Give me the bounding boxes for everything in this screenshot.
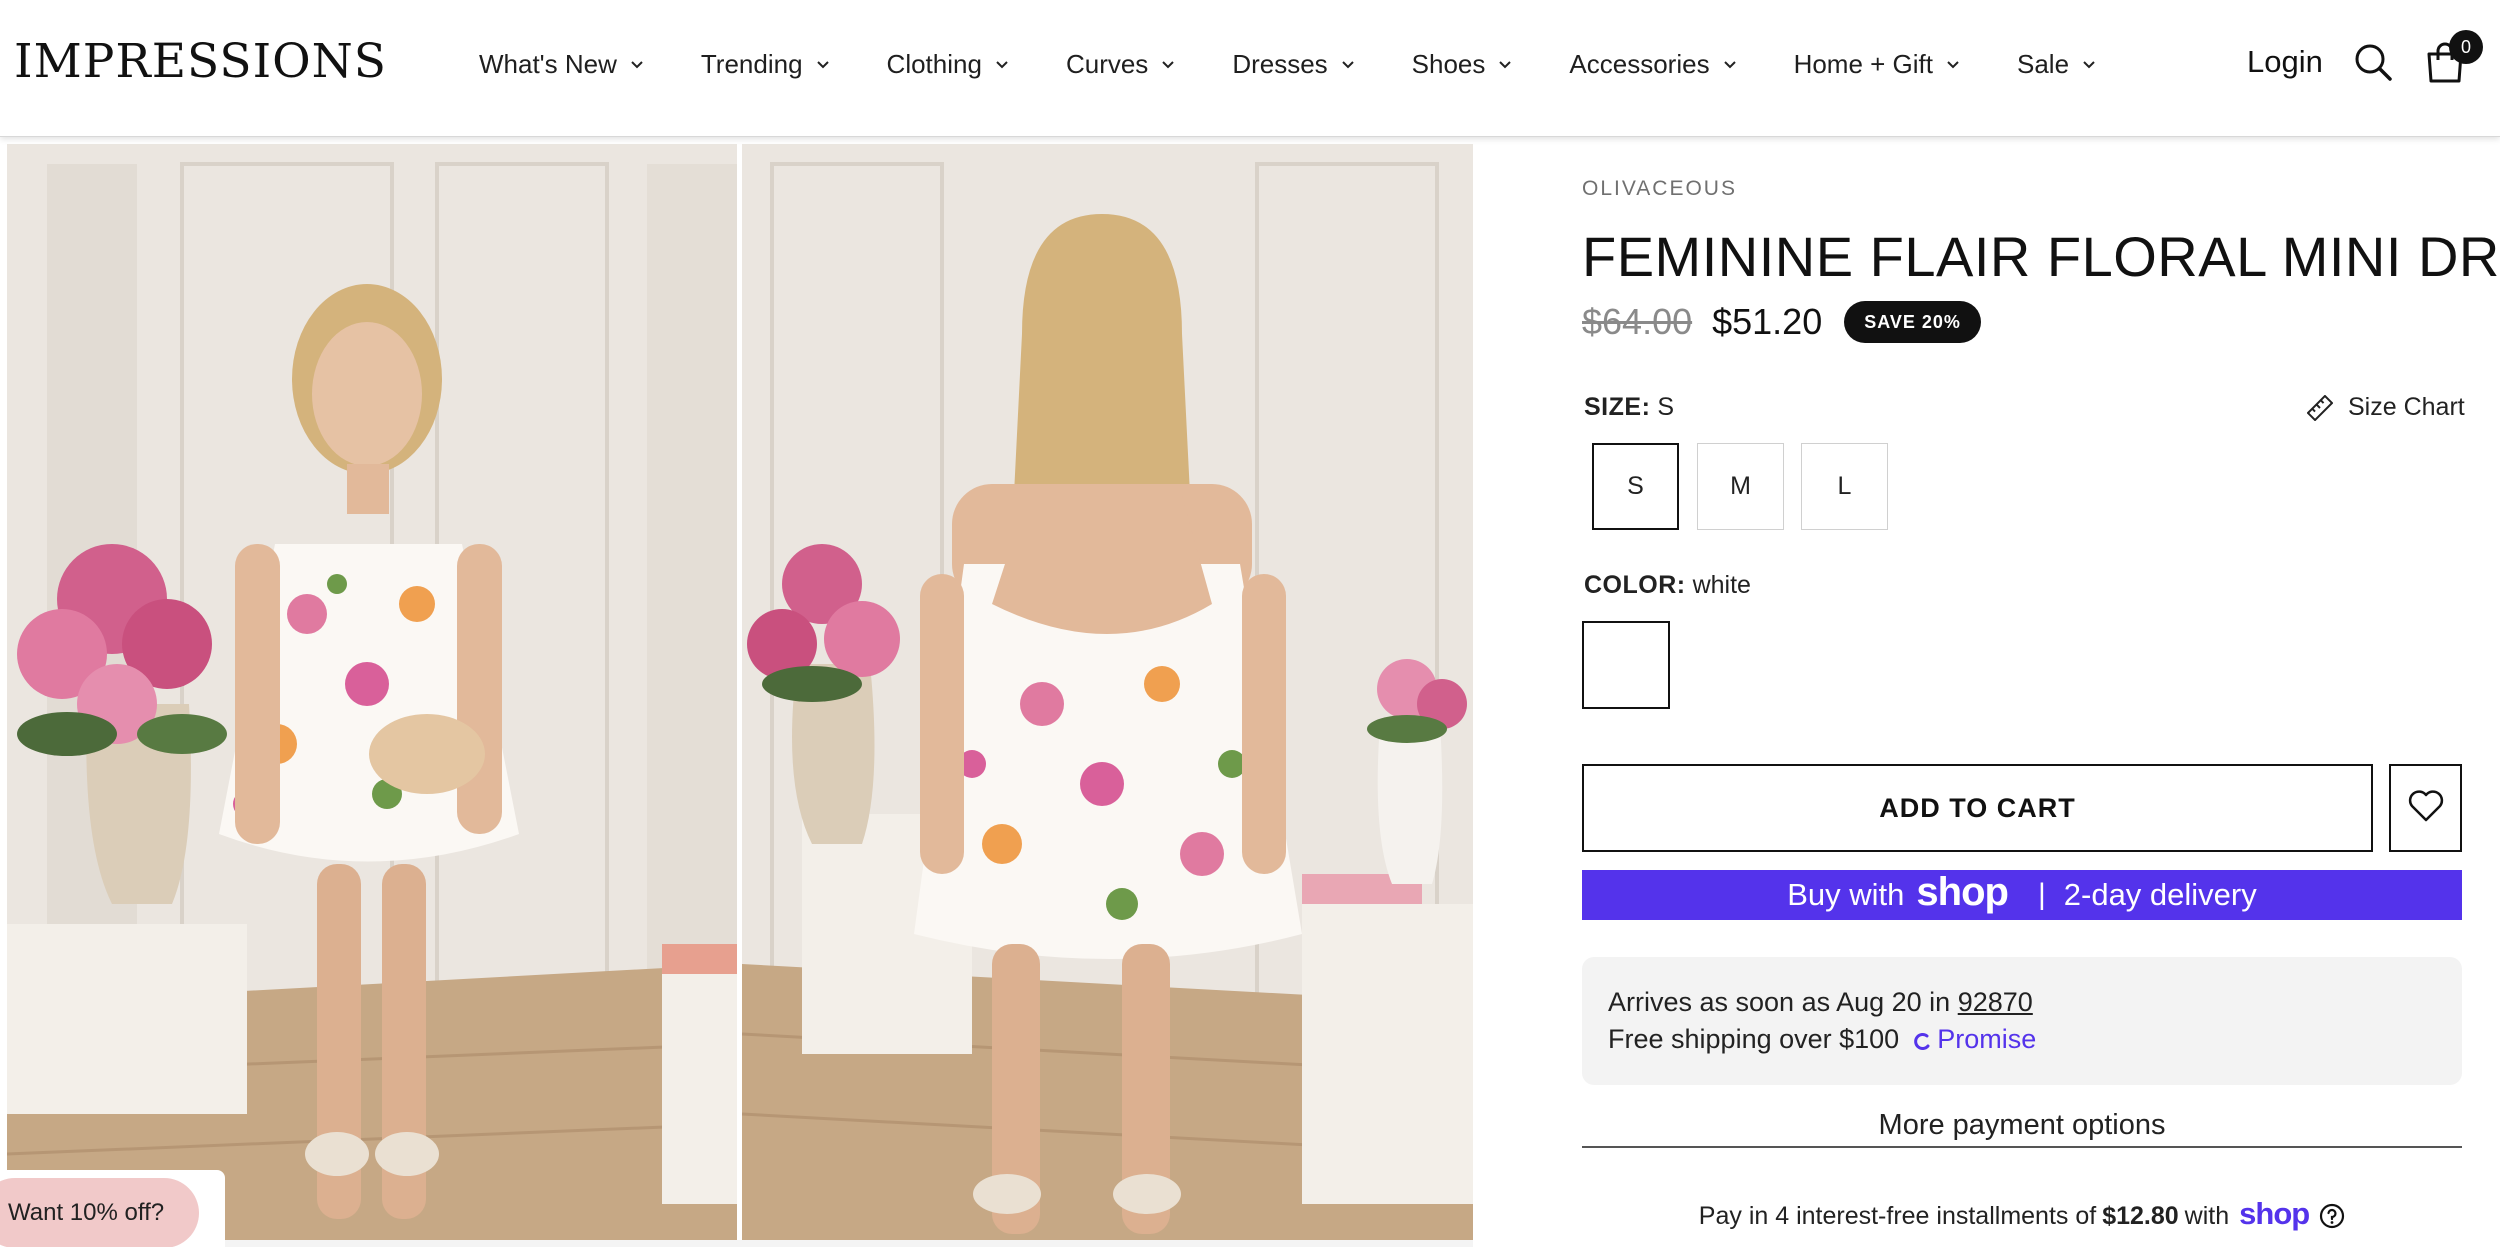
shop-pay-separator: | [2037,878,2046,911]
promise-badge[interactable]: Promise [1913,1024,2036,1055]
divider [1582,1146,2462,1148]
chevron-down-icon [1722,56,1738,72]
nav-item-home-gift[interactable]: Home + Gift [1794,49,1961,80]
size-selected-value: S [1657,393,1675,421]
size-option-l[interactable]: L [1801,443,1888,530]
shop-pay-suffix: 2-day delivery [2063,877,2257,912]
delivery-zip-link[interactable]: 92870 [1958,987,2033,1017]
free-shipping-text: Free shipping over $100 [1608,1024,1900,1054]
color-swatch-white[interactable] [1582,621,1670,709]
shop-logo-small: shop [2239,1196,2310,1231]
chevron-down-icon [994,56,1010,72]
site-header: IMPRESSIONS What's New Trending Clothing… [0,0,2500,137]
nav-item-label: Dresses [1232,48,1328,79]
size-label-key: SIZE: [1584,393,1651,421]
site-logo[interactable]: IMPRESSIONS [14,34,387,89]
color-option-label: COLOR: white [1584,571,1751,600]
nav-item-label: Home + Gift [1793,48,1933,79]
delivery-arrival-text: Arrives as soon as Aug 20 in [1608,987,1951,1017]
login-link[interactable]: Login [2247,44,2323,80]
nav-item-label: Accessories [1569,48,1710,79]
nav-item-label: Sale [2017,48,2070,79]
nav-item-shoes[interactable]: Shoes [1412,49,1514,80]
size-option-m[interactable]: M [1697,443,1784,530]
nav-item-label: Trending [700,48,803,79]
chevron-down-icon [629,56,645,72]
nav-item-label: What's New [479,48,617,79]
delivery-arrival-line: Arrives as soon as Aug 20 in 92870 [1608,987,2033,1018]
installments-message: Pay in 4 interest-free installments of $… [1582,1196,2462,1236]
shop-logo: shop [1916,869,2009,914]
nav-item-label: Shoes [1411,48,1486,79]
cart-count-badge: 0 [2449,30,2483,64]
nav-item-sale[interactable]: Sale [2017,49,2097,80]
chevron-down-icon [1945,56,1961,72]
help-icon[interactable] [2319,1203,2345,1229]
promise-icon [1913,1029,1933,1051]
product-image-front[interactable] [7,144,737,1240]
promo-label: Want 10% off? [8,1199,165,1226]
heart-icon [2408,789,2444,827]
delivery-estimate-box: Arrives as soon as Aug 20 in 92870 Free … [1582,957,2462,1085]
nav-item-label: Clothing [886,48,982,79]
chevron-down-icon [1340,56,1356,72]
chevron-down-icon [1160,56,1176,72]
nav-item-accessories[interactable]: Accessories [1569,49,1737,80]
sale-price: $51.20 [1712,301,1823,342]
nav-item-clothing[interactable]: Clothing [887,49,1010,80]
installments-with: with [2184,1201,2230,1230]
wishlist-button[interactable] [2389,764,2462,852]
delivery-shipping-line: Free shipping over $100 Promise [1608,1024,2036,1055]
search-icon[interactable] [2353,42,2393,82]
nav-item-trending[interactable]: Trending [701,49,831,80]
color-label-key: COLOR: [1584,571,1686,599]
chevron-down-icon [1497,56,1513,72]
size-chart-link[interactable]: Size Chart [2306,393,2465,422]
shop-pay-prefix: Buy with [1787,877,1905,912]
chevron-down-icon [2081,56,2097,72]
product-image-back[interactable] [742,144,1473,1240]
price-row: $64.00 $51.20 SAVE 20% [1582,298,1981,346]
size-option-s[interactable]: S [1592,443,1679,530]
nav-item-whats-new[interactable]: What's New [479,49,645,80]
nav-item-curves[interactable]: Curves [1066,49,1176,80]
add-to-cart-button[interactable]: ADD TO CART [1582,764,2373,852]
installments-prefix: Pay in 4 interest-free installments of [1698,1201,2097,1230]
size-option-label: SIZE: S [1584,393,1674,422]
main-nav: What's New Trending Clothing Curves Dres… [479,44,2097,84]
original-price: $64.00 [1582,301,1693,342]
installment-amount: $12.80 [2102,1201,2179,1230]
chevron-down-icon [815,56,831,72]
product-brand[interactable]: OLIVACEOUS [1582,177,1737,201]
nav-item-dresses[interactable]: Dresses [1232,49,1355,80]
shop-pay-button[interactable]: Buy with shop | 2-day delivery [1582,870,2462,920]
save-badge: SAVE 20% [1844,301,1981,343]
color-selected-value: white [1692,571,1751,599]
promise-label: Promise [1937,1024,2037,1054]
ruler-icon [2306,394,2334,421]
nav-item-label: Curves [1065,48,1149,79]
more-payment-options-link[interactable]: More payment options [1582,1109,2462,1142]
discount-promo-button[interactable]: Want 10% off? [0,1178,200,1247]
size-chart-label: Size Chart [2348,393,2465,421]
product-title: FEMININE FLAIR FLORAL MINI DRESS [1582,225,2500,288]
